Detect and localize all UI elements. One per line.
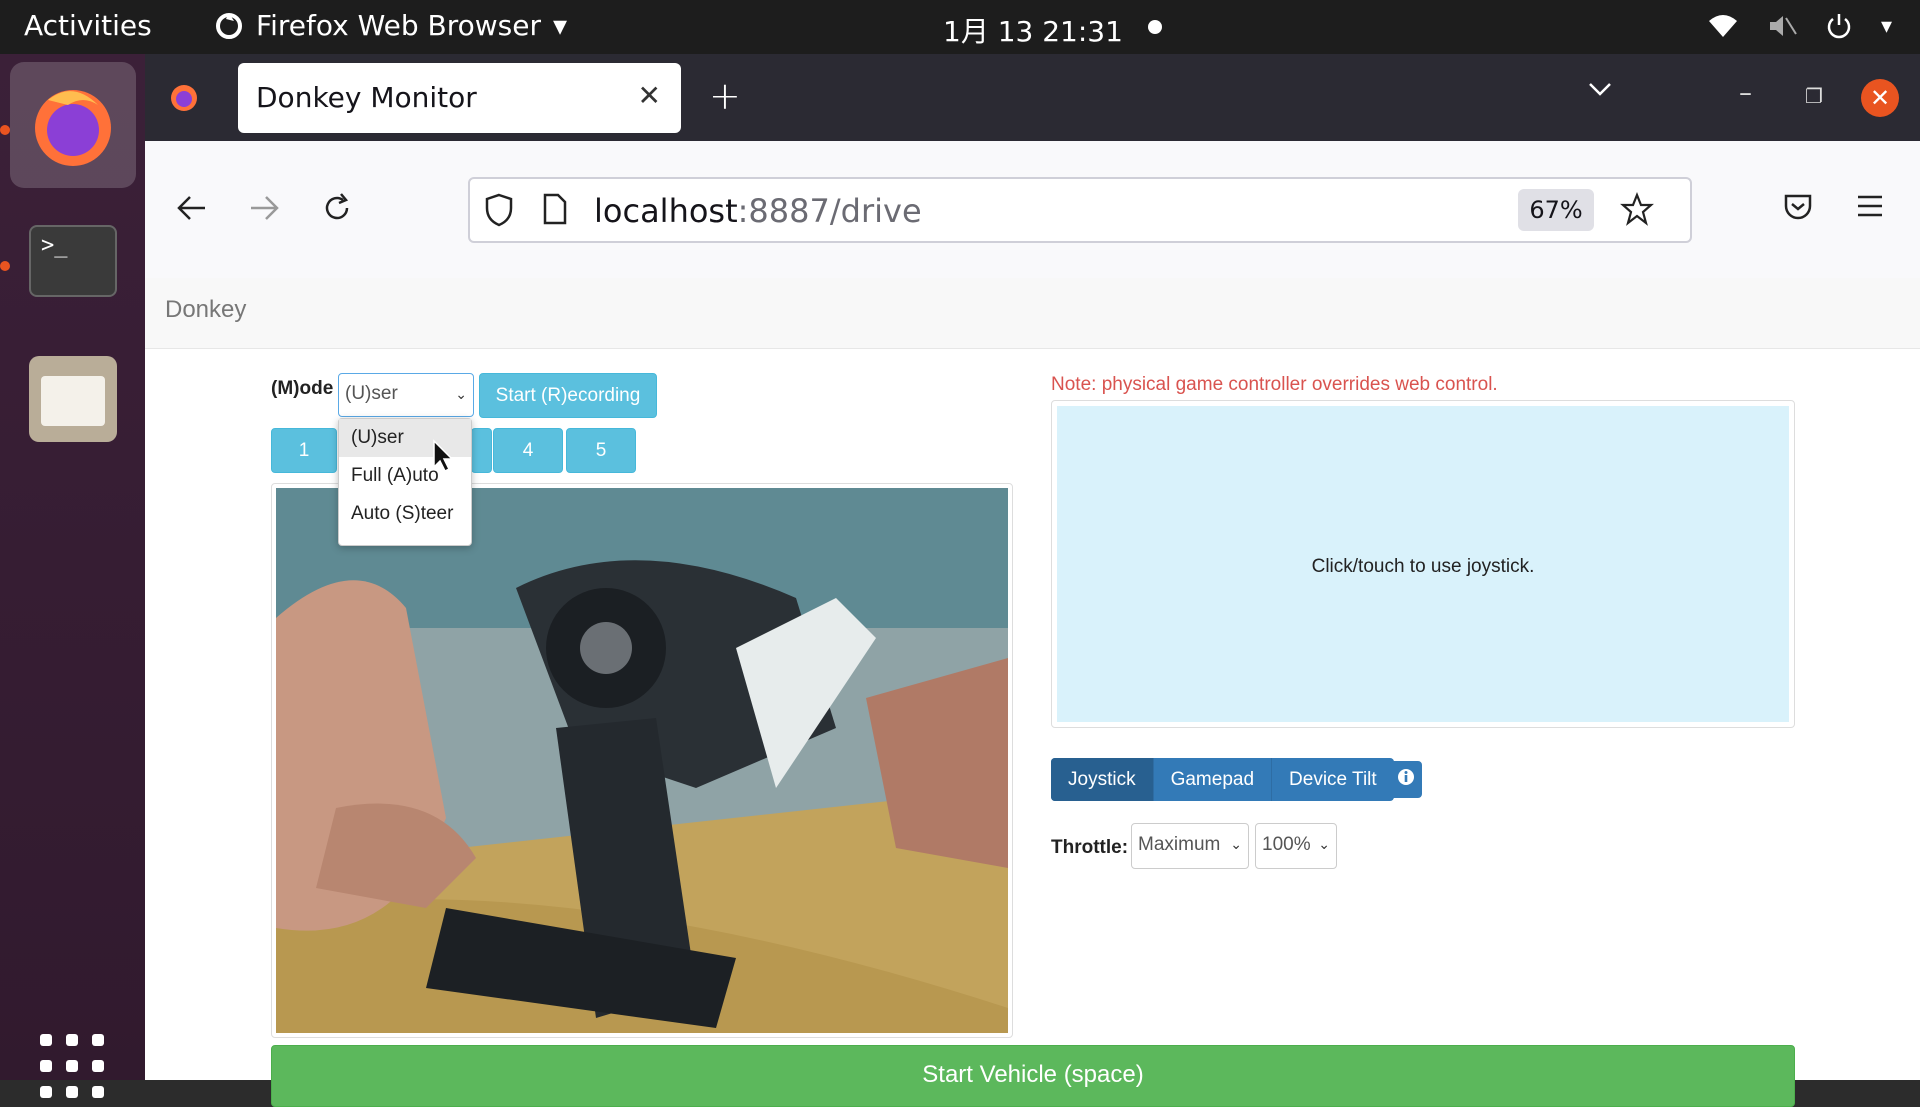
hamburger-menu-icon[interactable] xyxy=(1856,194,1884,218)
firefox-window: Donkey Monitor ✕ + – ❐ ✕ localhost:8887/… xyxy=(145,54,1920,1107)
navbar: Donkey xyxy=(145,278,1920,349)
clock[interactable]: 1月 13 21:31 xyxy=(943,10,1123,50)
preset-button-1[interactable]: 1 xyxy=(271,428,337,473)
mode-select[interactable]: (U)ser ⌄ xyxy=(338,373,474,417)
firefox-small-icon xyxy=(216,12,242,39)
url-bar[interactable]: localhost:8887/drive 67% xyxy=(468,177,1692,243)
camera-feed xyxy=(271,483,1013,1038)
files-icon xyxy=(29,356,117,442)
tab-bar: Donkey Monitor ✕ + – ❐ ✕ xyxy=(145,54,1920,141)
mode-option-auto-steer[interactable]: Auto (S)teer xyxy=(339,495,471,533)
tab-gamepad[interactable]: Gamepad xyxy=(1154,758,1273,801)
forward-arrow-icon[interactable] xyxy=(247,191,281,225)
throttle-value: 100% xyxy=(1262,834,1311,855)
activities-button[interactable]: Activities xyxy=(24,9,152,42)
page-icon[interactable] xyxy=(542,193,568,225)
mode-dropdown-menu: (U)ser Full (A)uto Auto (S)teer xyxy=(338,418,472,546)
restore-button[interactable]: ❐ xyxy=(1805,84,1823,108)
system-top-bar: Activities Firefox Web Browser ▾ 1月 13 2… xyxy=(0,0,1920,54)
zoom-indicator[interactable]: 67% xyxy=(1518,189,1594,231)
chevron-down-icon: ▾ xyxy=(552,9,568,42)
running-indicator xyxy=(0,125,10,135)
terminal-icon: >_ xyxy=(29,225,117,297)
throttle-label: Throttle: xyxy=(1051,837,1129,858)
start-recording-button[interactable]: Start (R)ecording xyxy=(479,373,657,418)
pocket-icon[interactable] xyxy=(1783,192,1813,222)
reload-icon[interactable] xyxy=(319,190,355,226)
close-icon[interactable]: ✕ xyxy=(638,79,661,112)
controller-note: Note: physical game controller overrides… xyxy=(1051,374,1498,395)
chevron-down-icon[interactable] xyxy=(1587,76,1613,102)
tab-joystick[interactable]: Joystick xyxy=(1051,758,1154,801)
dock: >_ xyxy=(0,54,145,1098)
app-menu[interactable]: Firefox Web Browser ▾ xyxy=(214,9,567,42)
throttle-mode-value: Maximum xyxy=(1138,834,1221,855)
mode-select-value: (U)ser xyxy=(345,383,398,404)
star-icon[interactable] xyxy=(1620,192,1654,226)
control-mode-group: Joystick Gamepad Device Tilt xyxy=(1051,758,1394,801)
chevron-down-icon: ▾ xyxy=(1880,13,1892,39)
running-indicator xyxy=(0,261,10,271)
app-menu-label: Firefox Web Browser xyxy=(256,9,541,42)
back-arrow-icon[interactable] xyxy=(175,191,209,225)
mode-label: (M)ode xyxy=(271,378,334,399)
dock-firefox[interactable] xyxy=(10,62,136,188)
dock-files[interactable] xyxy=(10,336,136,462)
notification-dot xyxy=(1148,20,1162,34)
chevron-down-icon: ⌄ xyxy=(455,386,467,402)
mouse-cursor-icon xyxy=(433,439,454,473)
brand-link[interactable]: Donkey xyxy=(165,296,246,324)
chevron-down-icon: ⌄ xyxy=(1318,836,1330,852)
minimize-button[interactable]: – xyxy=(1739,78,1752,108)
info-icon xyxy=(1398,769,1414,785)
chevron-down-icon: ⌄ xyxy=(1230,836,1242,852)
power-icon xyxy=(1827,14,1851,39)
new-tab-button[interactable]: + xyxy=(709,74,741,118)
dock-terminal[interactable]: >_ xyxy=(10,198,136,324)
joystick-pad[interactable]: Click/touch to use joystick. xyxy=(1057,406,1789,722)
web-page: Donkey (M)ode (U)ser ⌄ Start (R)ecording… xyxy=(145,278,1920,1107)
firefox-view-icon[interactable] xyxy=(168,82,200,114)
shield-icon[interactable] xyxy=(484,193,514,227)
camera-image xyxy=(276,488,1008,1033)
volume-muted-icon xyxy=(1769,16,1797,36)
url-text[interactable]: localhost:8887/drive xyxy=(594,192,922,230)
joystick-hint: Click/touch to use joystick. xyxy=(1311,556,1535,577)
start-vehicle-button[interactable]: Start Vehicle (space) xyxy=(271,1045,1795,1107)
joystick-area[interactable]: Click/touch to use joystick. xyxy=(1051,400,1795,728)
window-close-button[interactable]: ✕ xyxy=(1861,79,1899,117)
preset-button-4[interactable]: 4 xyxy=(493,428,563,473)
info-button[interactable] xyxy=(1390,761,1422,798)
url-host: localhost xyxy=(594,192,738,230)
preset-button-3[interactable] xyxy=(471,428,492,473)
tab-donkey-monitor[interactable]: Donkey Monitor ✕ xyxy=(238,63,681,133)
firefox-icon xyxy=(35,90,111,166)
navigation-toolbar: localhost:8887/drive 67% xyxy=(145,141,1920,279)
show-apps-icon[interactable] xyxy=(40,1034,104,1098)
throttle-value-select[interactable]: 100% ⌄ xyxy=(1255,823,1337,869)
system-tray[interactable]: ▾ xyxy=(1707,12,1892,40)
wifi-icon xyxy=(1708,15,1737,37)
url-path: :8887/drive xyxy=(737,192,922,230)
preset-button-5[interactable]: 5 xyxy=(566,428,636,473)
throttle-mode-select[interactable]: Maximum ⌄ xyxy=(1131,823,1249,869)
tab-device-tilt[interactable]: Device Tilt xyxy=(1272,758,1394,801)
tab-title: Donkey Monitor xyxy=(256,81,477,114)
